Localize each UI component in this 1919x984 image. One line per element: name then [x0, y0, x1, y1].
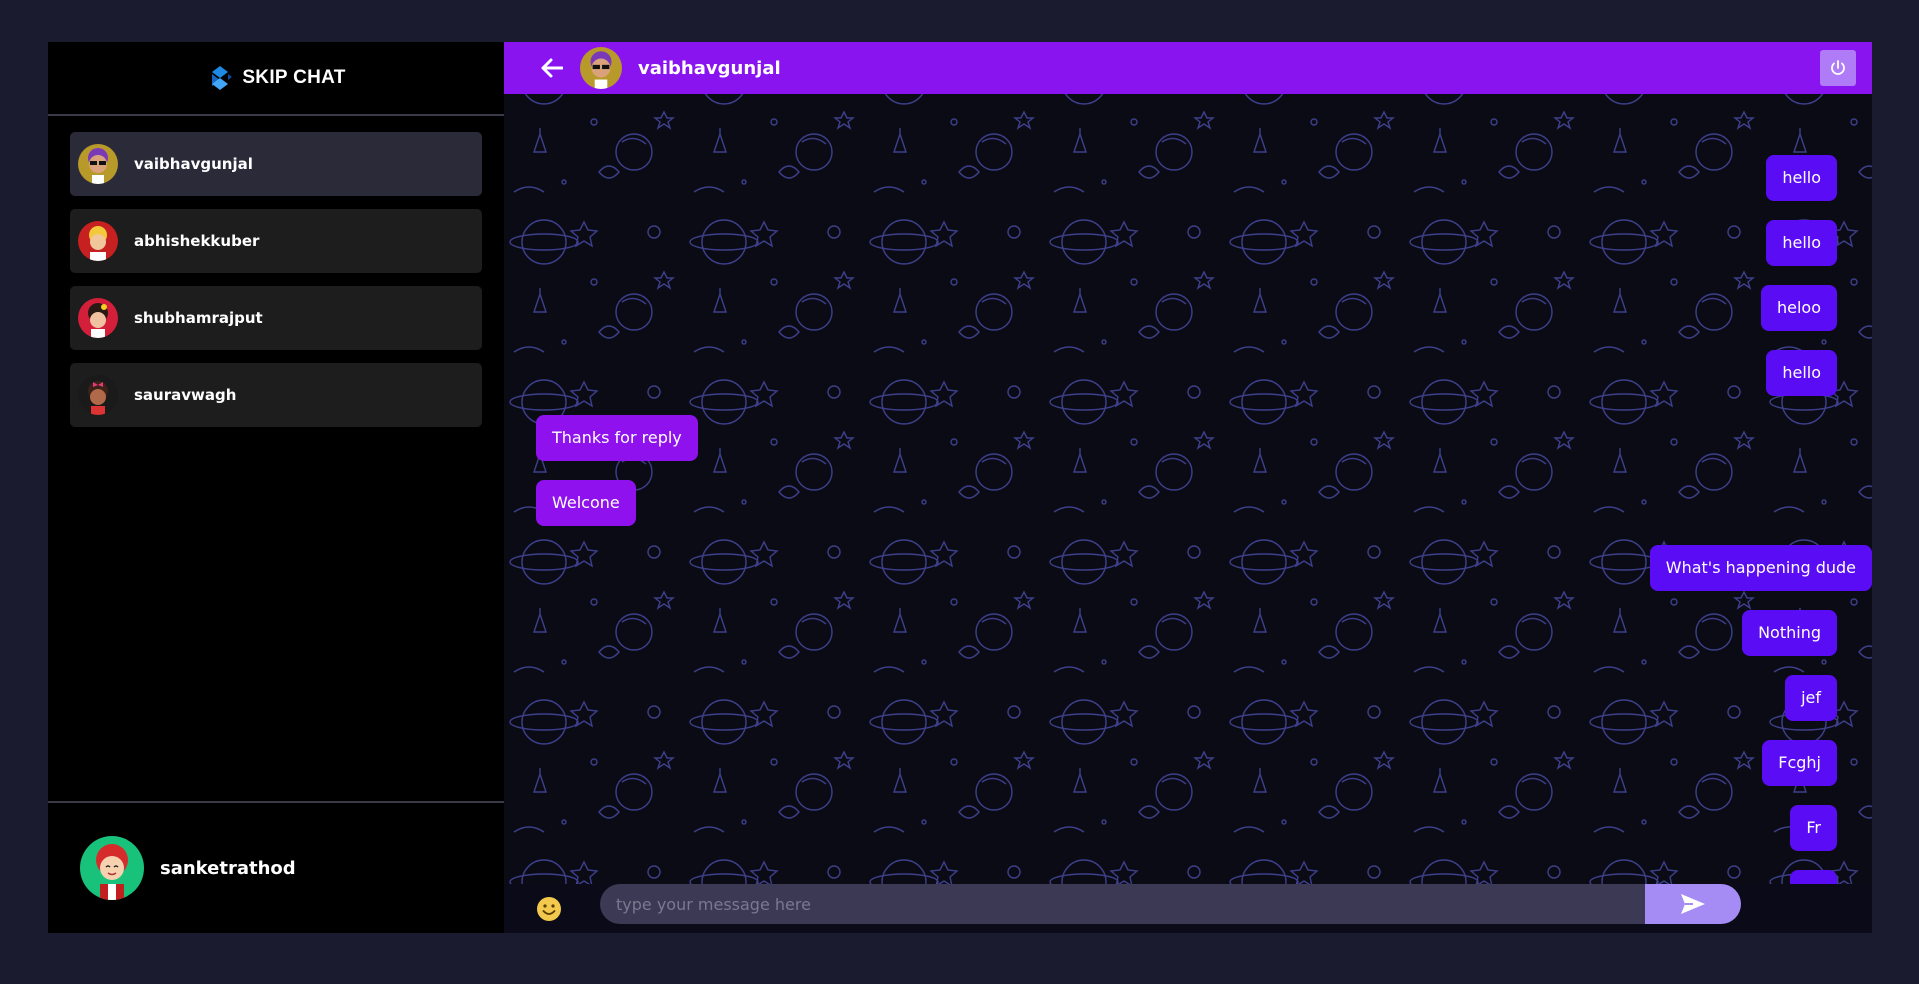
contact-list: vaibhavgunjal abhishekkuber shubhamrajpu…	[48, 116, 504, 443]
message-bubble-outgoing: Nothing	[1742, 610, 1837, 656]
back-arrow-icon[interactable]	[532, 48, 572, 88]
skip-chat-logo-icon	[212, 66, 233, 90]
sunglasses-avatar-icon	[78, 144, 118, 184]
contact-item-shubhamrajput[interactable]: shubhamrajput	[70, 286, 482, 350]
message-bubble-outgoing: jef	[1785, 675, 1837, 721]
message-composer	[504, 884, 1872, 933]
chat-header: vaibhavgunjal	[504, 42, 1872, 94]
send-button[interactable]	[1645, 884, 1741, 924]
message-input[interactable]	[600, 884, 1645, 924]
emoji-icon[interactable]	[534, 894, 564, 924]
message-bubble-outgoing: hello	[1766, 155, 1837, 201]
send-icon	[1681, 894, 1705, 914]
contact-item-sauravwagh[interactable]: sauravwagh	[70, 363, 482, 427]
bow-avatar-icon	[78, 375, 118, 415]
message-bubble-incoming: Thanks for reply	[536, 415, 698, 461]
brand-header: SKIP CHAT	[48, 42, 504, 116]
contact-item-vaibhavgunjal[interactable]: vaibhavgunjal	[70, 132, 482, 196]
sidebar: SKIP CHAT vaibhavgunjal abhishekkuber sh…	[48, 42, 504, 933]
message-bubble-outgoing: hello	[1766, 350, 1837, 396]
green-avatar-icon	[80, 836, 144, 900]
sunglasses-avatar-icon	[580, 47, 622, 89]
message-bubble-outgoing: heloo	[1760, 285, 1837, 331]
contact-name: sauravwagh	[134, 386, 237, 404]
message-bubble-incoming: Welcone	[536, 480, 636, 526]
message-bubble-outgoing: What's happening dude	[1649, 545, 1872, 591]
flower-avatar-icon	[78, 298, 118, 338]
message-list: hello hello heloo hello Thanks for reply…	[504, 94, 1872, 916]
message-bubble-outgoing: hello	[1766, 220, 1837, 266]
chat-panel: vaibhavgunjal hello hello heloo hello Th…	[504, 42, 1872, 933]
contact-item-abhishekkuber[interactable]: abhishekkuber	[70, 209, 482, 273]
current-user-name: sanketrathod	[160, 857, 296, 879]
current-user-panel: sanketrathod	[48, 801, 504, 933]
red-avatar-icon	[78, 221, 118, 261]
message-bubble-outgoing: Fcghj	[1762, 740, 1837, 786]
message-bubble-outgoing: Fr	[1790, 805, 1837, 851]
contact-name: vaibhavgunjal	[134, 155, 253, 173]
brand-name: SKIP CHAT	[242, 67, 346, 88]
chat-app: SKIP CHAT vaibhavgunjal abhishekkuber sh…	[48, 42, 1872, 933]
chat-title: vaibhavgunjal	[638, 57, 781, 79]
contact-name: shubhamrajput	[134, 309, 263, 327]
contact-name: abhishekkuber	[134, 232, 260, 250]
power-icon	[1831, 60, 1845, 75]
power-logout-button[interactable]	[1820, 50, 1856, 86]
